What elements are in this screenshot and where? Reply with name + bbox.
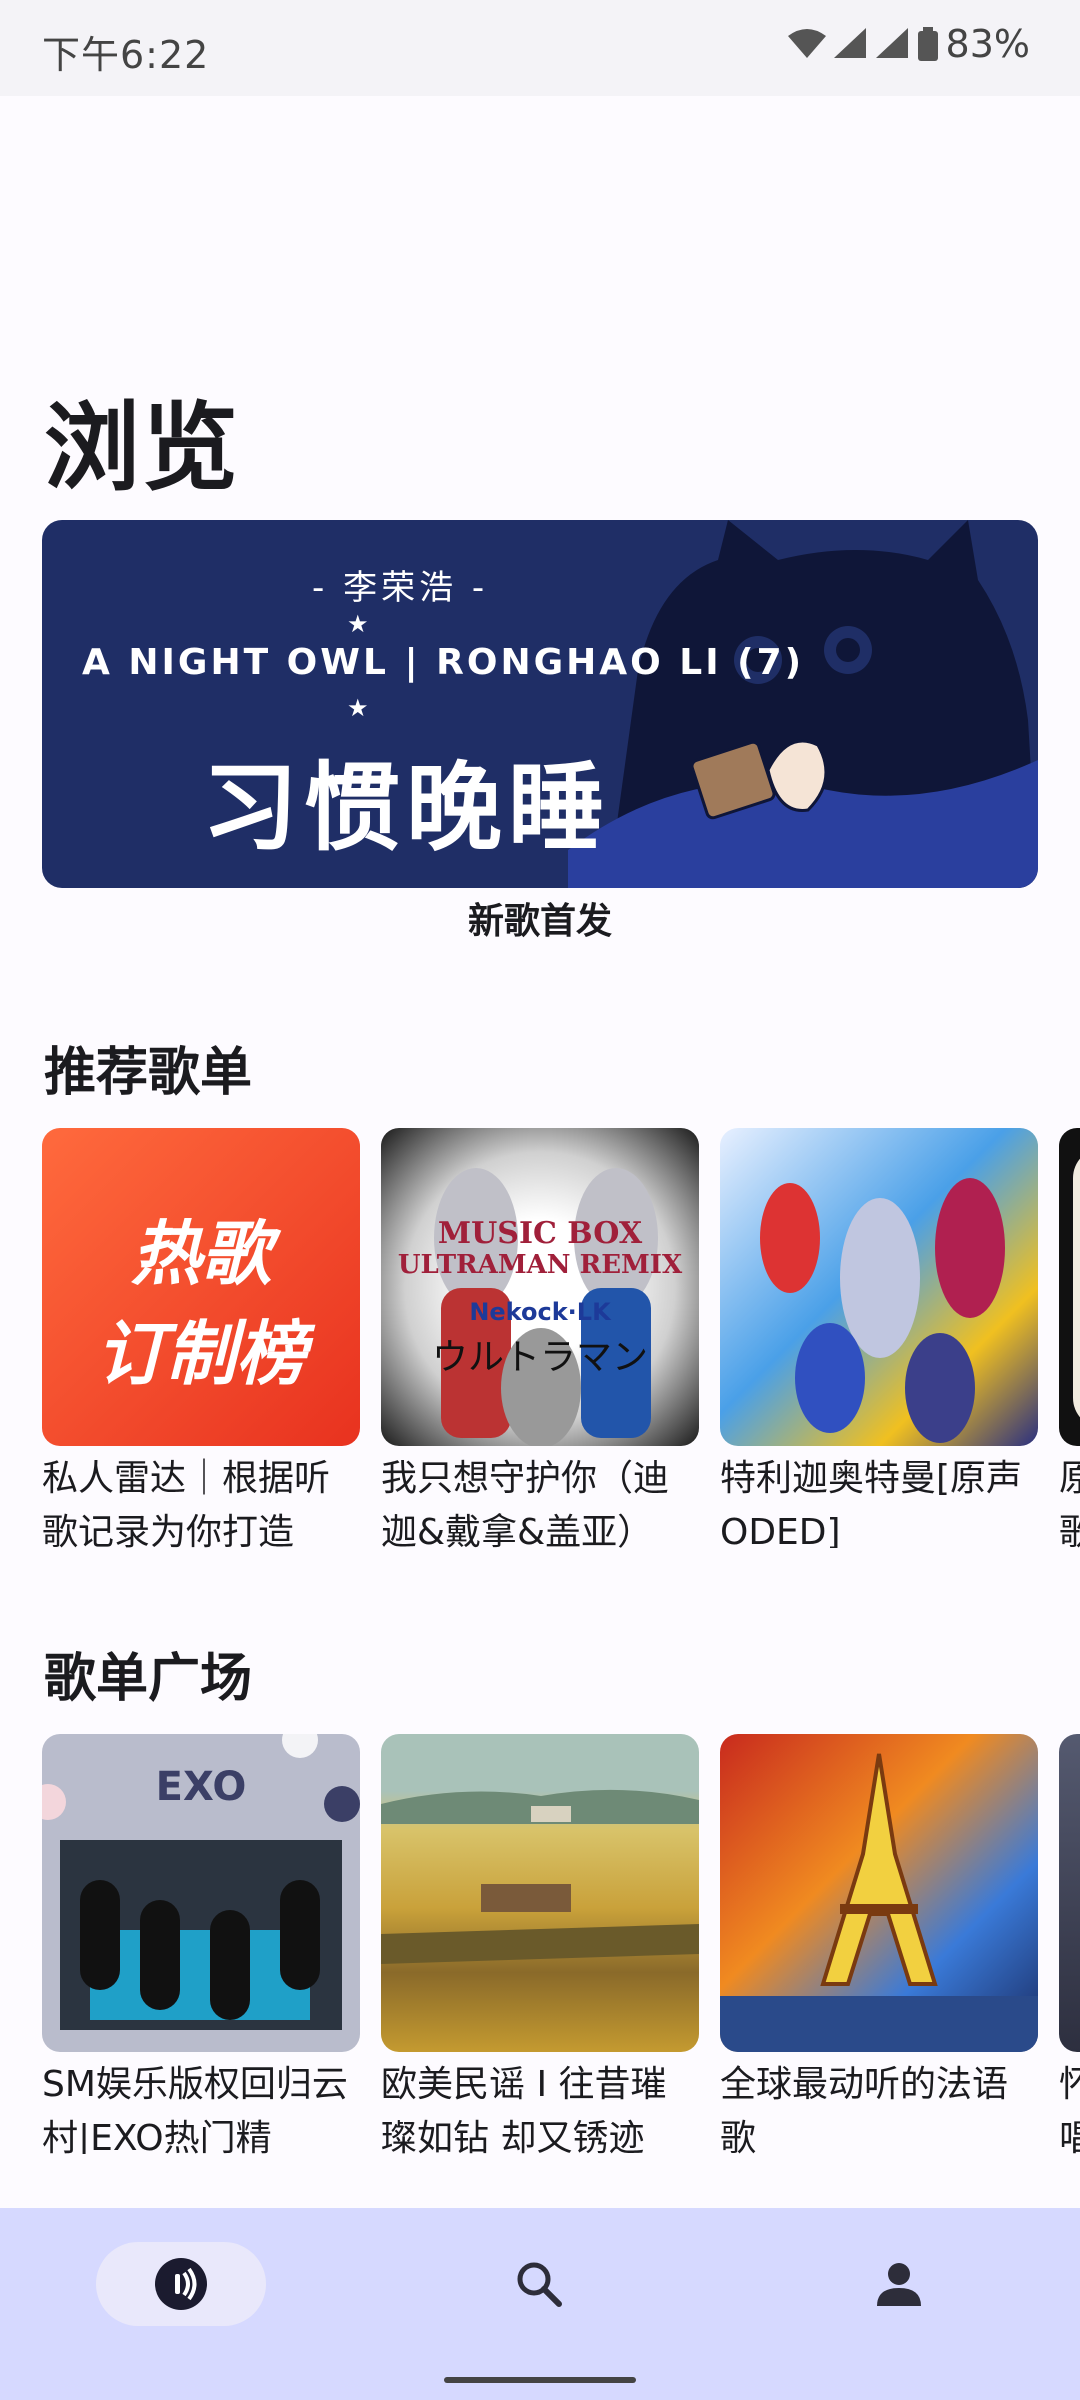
playlist-cover [1059, 1734, 1080, 2052]
playlist-cover: 热歌 订制榜 [42, 1128, 360, 1446]
signal-icon [833, 28, 866, 58]
playlist-cover [720, 1734, 1038, 2052]
playlist-card[interactable]: 全球最动听的法语歌 [720, 1734, 1038, 2154]
cover-text: 订制榜 [96, 1313, 306, 1395]
banner-english-title: A NIGHT OWL | RONGHAO LI (7) [82, 642, 805, 683]
playlist-cover [381, 1734, 699, 2052]
playlist-label: 我只想守护你（迪迦&戴拿&盖亚） [381, 1458, 670, 1548]
playlist-card[interactable]: 原歌 [1059, 1128, 1080, 1548]
playlist-card[interactable]: 欧美民谣 I 往昔璀璨如钻 却又锈迹 [381, 1734, 699, 2154]
new-release-banner[interactable]: - 李荣浩 - ★ A NIGHT OWL | RONGHAO LI (7) ★… [42, 520, 1038, 888]
playlist-label: 私人雷达｜根据听歌记录为你打造 [42, 1458, 331, 1548]
playlist-label: 全球最动听的法语歌 [720, 2064, 1009, 2154]
wifi-icon [787, 29, 826, 58]
status-bar: 下午6:22 83% [0, 0, 1080, 96]
eiffel-art [720, 1753, 1038, 2052]
ultraman-art [434, 1168, 658, 1446]
person-icon [877, 2263, 921, 2306]
recommended-row[interactable]: 热歌 订制榜 私人雷达｜根据听歌记录为你打造 MUSIC BOX ULTRAMA… [42, 1128, 1080, 1548]
section-title-plaza: 歌单广场 [44, 1649, 253, 1709]
playlist-card[interactable]: EXO SM娱乐版权回归云村|EXO热门精 [42, 1734, 360, 2154]
music-icon [155, 2258, 207, 2310]
playlist-label: 怀唱 [1059, 2064, 1080, 2154]
playlist-label: SM娱乐版权回归云村|EXO热门精 [42, 2064, 348, 2154]
nav-search[interactable] [454, 2242, 624, 2326]
cover-text: ウルトラマン [431, 1337, 648, 1378]
playlist-label: 特利迦奥特曼[原声ODED] [720, 1458, 1023, 1548]
star-icon: ★ [347, 610, 369, 638]
playlist-cover [720, 1128, 1038, 1446]
nav-profile[interactable] [814, 2242, 984, 2326]
battery-percent: 83% [945, 22, 1030, 66]
gesture-handle[interactable] [444, 2377, 636, 2383]
star-icon: ★ [347, 694, 369, 722]
playlist-label: 欧美民谣 I 往昔璀璨如钻 却又锈迹 [381, 2064, 667, 2154]
banner-artist: - 李荣浩 - [312, 568, 489, 608]
search-icon [517, 2262, 562, 2307]
landscape-art [381, 1789, 699, 1964]
cover-text: ULTRAMAN REMIX [397, 1250, 683, 1280]
heroes-art [760, 1178, 1005, 1443]
playlist-label: 原歌 [1059, 1458, 1080, 1548]
banner-album-title: 习惯晚睡 [202, 752, 610, 864]
nav-discover[interactable] [96, 2242, 266, 2326]
signal-icon-2 [875, 28, 908, 58]
playlist-card[interactable]: MUSIC BOX ULTRAMAN REMIX Nekock·LK ウルトラマ… [381, 1128, 699, 1548]
section-title-recommended: 推荐歌单 [44, 1043, 253, 1103]
status-icons: 83% [787, 22, 1030, 66]
page-title: 浏览 [44, 392, 240, 504]
owl-illustration [568, 520, 1038, 888]
playlist-card[interactable]: 怀唱 [1059, 1734, 1080, 2154]
banner-caption[interactable]: 新歌首发 [0, 892, 1080, 944]
battery-icon [917, 27, 938, 61]
cover-text: EXO [155, 1764, 247, 1810]
cover-text: 热歌 [131, 1213, 271, 1295]
cover-text: MUSIC BOX [437, 1216, 643, 1251]
playlist-cover: MUSIC BOX ULTRAMAN REMIX Nekock·LK ウルトラマ… [381, 1128, 699, 1446]
bottom-navigation [0, 2208, 1080, 2400]
group-photo [60, 1840, 342, 2030]
plaza-row[interactable]: EXO SM娱乐版权回归云村|EXO热门精 欧美民谣 I 往昔璀璨如钻 却又锈迹 [42, 1734, 1080, 2154]
playlist-cover: EXO [42, 1734, 360, 2052]
cover-text: Nekock·LK [469, 1298, 611, 1326]
playlist-card[interactable]: 热歌 订制榜 私人雷达｜根据听歌记录为你打造 [42, 1128, 360, 1548]
status-time: 下午6:22 [42, 33, 210, 77]
playlist-cover [1059, 1128, 1080, 1446]
playlist-card[interactable]: 特利迦奥特曼[原声ODED] [720, 1128, 1038, 1548]
